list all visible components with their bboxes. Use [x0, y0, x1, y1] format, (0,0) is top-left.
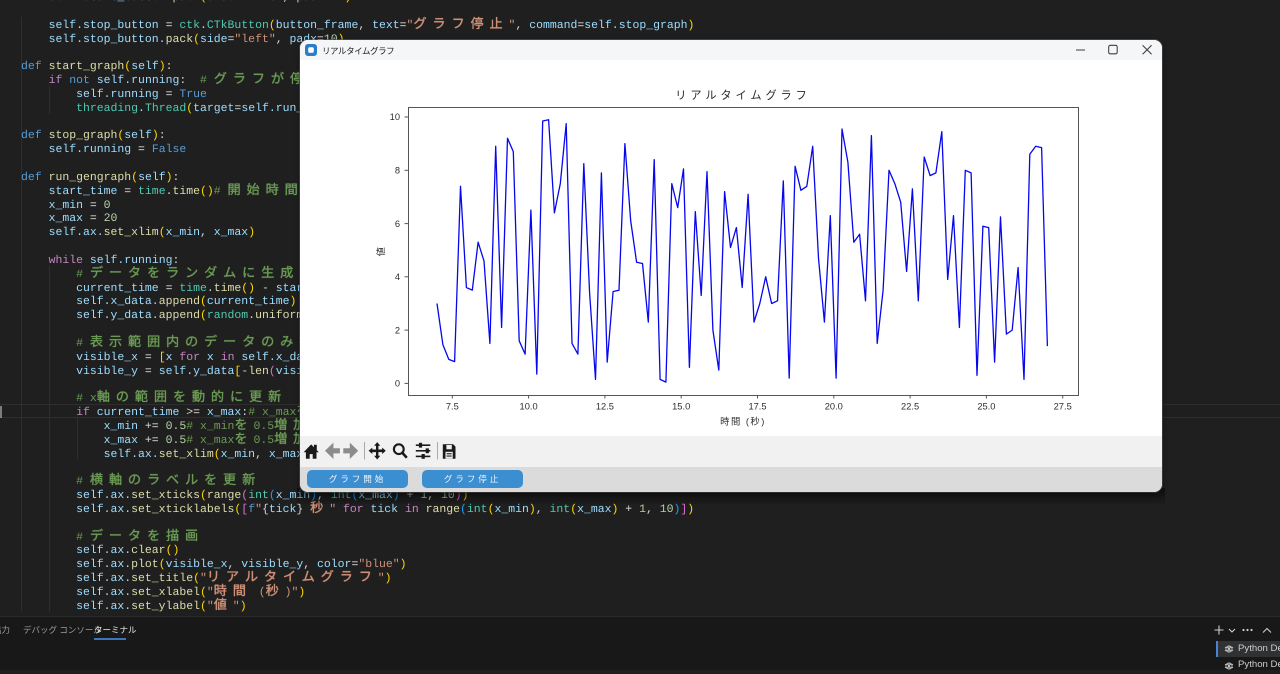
svg-text:7.5: 7.5: [446, 402, 459, 412]
svg-text:8: 8: [395, 166, 400, 176]
svg-text:2: 2: [395, 325, 400, 335]
svg-text:17.5: 17.5: [748, 402, 766, 412]
svg-text:25.0: 25.0: [977, 402, 995, 412]
svg-text:22.5: 22.5: [901, 402, 919, 412]
svg-text:12.5: 12.5: [596, 402, 614, 412]
svg-text:値: 値: [375, 246, 386, 257]
svg-text:15.0: 15.0: [672, 402, 690, 412]
svg-text:6: 6: [395, 219, 400, 229]
svg-text:10.0: 10.0: [520, 402, 538, 412]
svg-text:20.0: 20.0: [825, 402, 843, 412]
svg-text:0: 0: [395, 379, 400, 389]
svg-text:27.5: 27.5: [1054, 402, 1072, 412]
svg-text:リアルタイムグラフ: リアルタイムグラフ: [675, 88, 810, 102]
svg-text:時間 (秒): 時間 (秒): [720, 416, 766, 427]
svg-text:10: 10: [390, 112, 400, 122]
svg-text:4: 4: [395, 272, 400, 282]
